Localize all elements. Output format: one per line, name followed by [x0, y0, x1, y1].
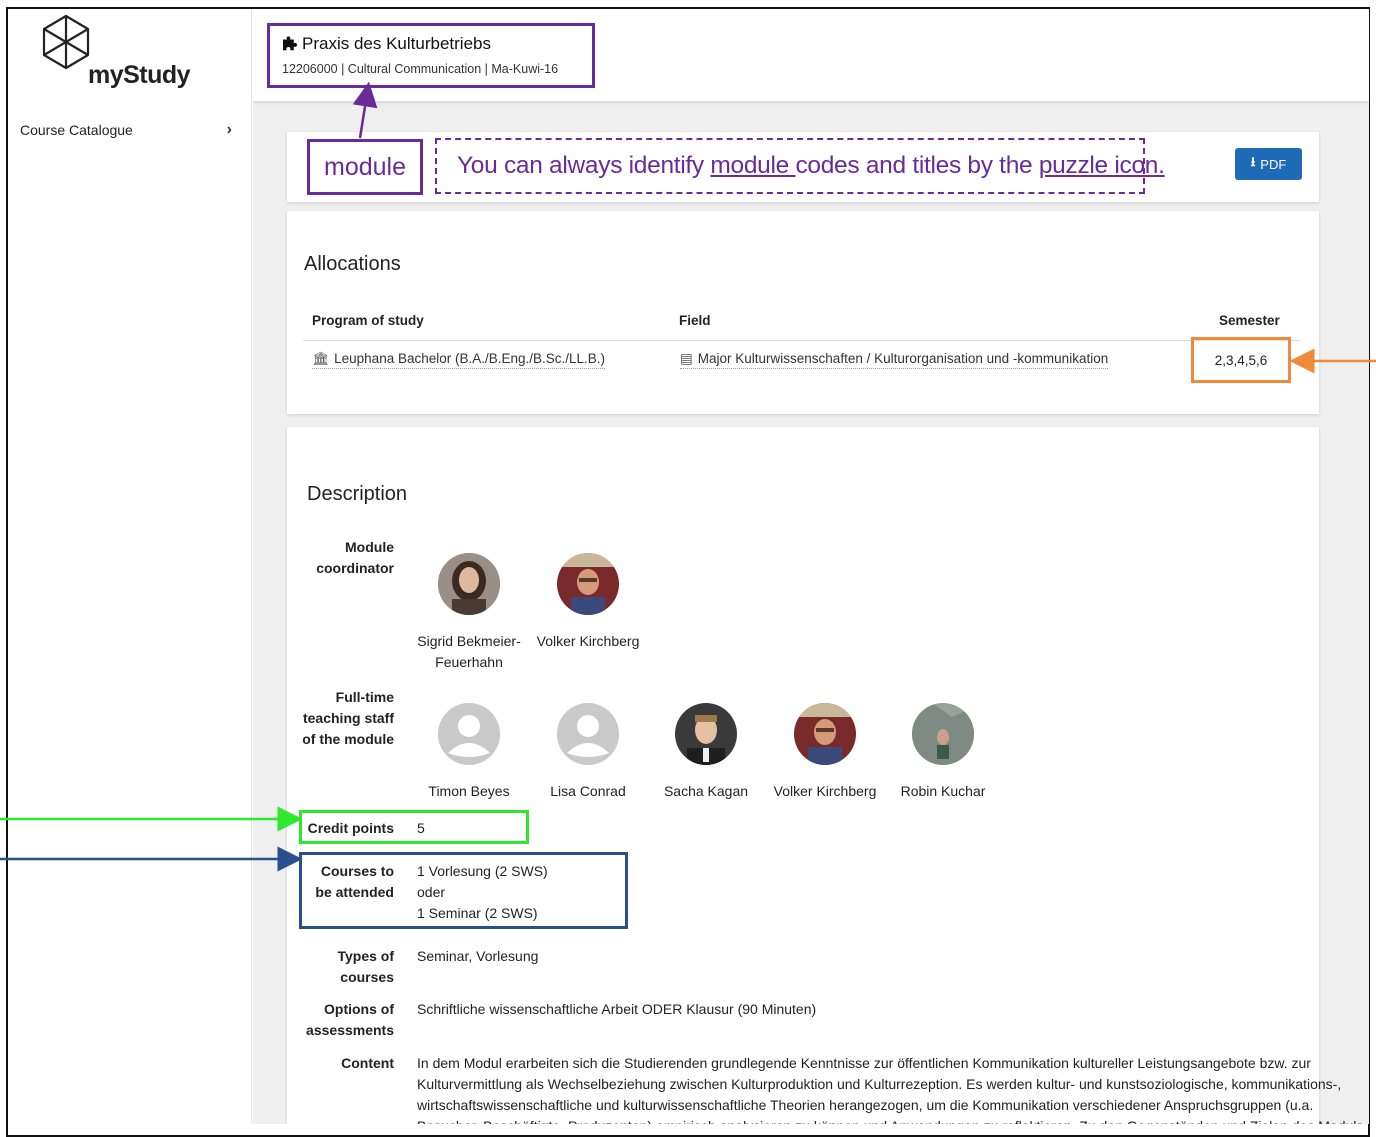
portrait-image [794, 703, 856, 765]
courses-label-text: Courses to be attended [315, 863, 394, 900]
assessment-value: Schriftliche wissenschaftliche Arbeit OD… [417, 1001, 817, 1017]
staff-name: Timon Beyes [428, 783, 510, 799]
avatar [438, 553, 500, 615]
default-user-icon [557, 703, 619, 765]
app-logo[interactable]: myStudy [40, 13, 191, 93]
staff-lisa-conrad[interactable]: Lisa Conrad [528, 703, 648, 802]
page-title: Praxis des Kulturbetriebs [282, 34, 580, 54]
portrait-image [912, 703, 974, 765]
portrait-image [675, 703, 737, 765]
pdf-download-button[interactable]: ⭳ PDF [1235, 148, 1302, 180]
assessment-label-text: Options of assessments [306, 1001, 394, 1038]
puzzle-icon [282, 36, 298, 51]
app-name: myStudy [88, 61, 191, 89]
portrait-image [557, 553, 619, 615]
program-name: Leuphana Bachelor (B.A./B.Eng./B.Sc./LL.… [334, 351, 606, 366]
hint-text-2: module [710, 152, 796, 179]
field-link[interactable]: ▤ Major Kulturwissenschaften / Kulturorga… [680, 351, 1109, 369]
avatar [912, 703, 974, 765]
types-value: Seminar, Vorlesung [417, 948, 539, 964]
coordinator-label-text: Module coordinator [316, 539, 394, 576]
staff-volker-kirchberg[interactable]: Volker Kirchberg [765, 703, 885, 802]
hint-text-4: puzzle icon. [1038, 152, 1165, 179]
allocations-card: Allocations Program of study Field Semes… [287, 211, 1319, 414]
courses-line-1: 1 Vorlesung (2 SWS) [417, 863, 548, 879]
credit-value: 5 [417, 820, 425, 836]
field-name: Major Kulturwissenschaften / Kulturorgan… [697, 351, 1109, 366]
coordinator-name-line2: Feuerhahn [435, 654, 503, 670]
module-title-text: Praxis des Kulturbetriebs [302, 34, 491, 53]
column-header-field: Field [679, 313, 711, 328]
hint-text-3: codes and titles by the [795, 152, 1039, 179]
column-header-program: Program of study [312, 313, 424, 328]
hint-text-1: You can always identify [457, 152, 711, 179]
portrait-image [438, 553, 500, 615]
allocations-title: Allocations [304, 253, 401, 275]
coordinator-label: Module coordinator [294, 537, 394, 579]
cube-logo-icon [42, 14, 90, 70]
semester-highlight-box: 2,3,4,5,6 [1191, 337, 1291, 383]
module-annotation-label: module [307, 139, 423, 195]
avatar-placeholder [438, 703, 500, 765]
staff-robin-kuchar[interactable]: Robin Kuchar [883, 703, 1003, 802]
description-card: Description Module coordinator Sigrid Be… [287, 427, 1363, 1124]
sidebar: myStudy Course Catalogue › [8, 9, 252, 1124]
sidebar-item-label: Course Catalogue [20, 122, 133, 138]
coordinator-name-line1: Sigrid Bekmeier- [417, 633, 521, 649]
staff-timon-beyes[interactable]: Timon Beyes [409, 703, 529, 802]
avatar-placeholder [557, 703, 619, 765]
module-code-line: 12206000 | Cultural Communication | Ma-K… [282, 62, 559, 76]
staff-label-text: Full-time teaching staff of the module [302, 689, 394, 747]
avatar [675, 703, 737, 765]
sidebar-item-course-catalogue[interactable]: Course Catalogue › [8, 117, 252, 143]
download-icon: ⭳ [1250, 154, 1256, 169]
content-line: Besucher, Beschäftigte, Produzenten) emp… [417, 1116, 1363, 1124]
courses-label: Courses to be attended [294, 861, 394, 903]
actions-card: module You can always identify module co… [287, 132, 1319, 202]
chevron-right-icon: › [226, 121, 232, 138]
description-title: Description [307, 483, 408, 505]
program-link[interactable]: 🏛 Leuphana Bachelor (B.A./B.Eng./B.Sc./LL… [312, 351, 606, 369]
content-line: wirtschaftswissenschaftliche und kulturw… [417, 1097, 1314, 1113]
default-user-icon [438, 703, 500, 765]
module-highlight-box: Praxis des Kulturbetriebs 12206000 | Cul… [267, 23, 595, 88]
staff-name: Robin Kuchar [900, 783, 986, 799]
courses-line-2: oder [417, 884, 446, 900]
pdf-button-label: PDF [1260, 156, 1287, 172]
module-header: Praxis des Kulturbetriebs 12206000 | Cul… [253, 9, 1369, 101]
types-label-text: Types of courses [337, 948, 394, 985]
assessment-label: Options of assessments [294, 999, 394, 1041]
table-divider [303, 340, 1301, 341]
content-line: Kulturvermittlung als Wechselbeziehung z… [417, 1076, 1342, 1092]
list-icon: ▤ [680, 351, 693, 366]
avatar [794, 703, 856, 765]
content-label: Content [341, 1055, 394, 1071]
coordinator-sigrid[interactable]: Sigrid Bekmeier- Feuerhahn [409, 553, 529, 673]
main-content: Praxis des Kulturbetriebs 12206000 | Cul… [253, 9, 1369, 1124]
staff-label: Full-time teaching staff of the module [294, 687, 394, 750]
avatar [557, 553, 619, 615]
coordinator-name: Volker Kirchberg [536, 633, 640, 649]
types-label: Types of courses [294, 946, 394, 988]
content-line: In dem Modul erarbeiten sich die Studier… [417, 1055, 1311, 1071]
puzzle-hint-annotation: You can always identify module codes and… [435, 138, 1165, 194]
column-header-semester: Semester [1219, 313, 1280, 328]
coordinator-volker[interactable]: Volker Kirchberg [528, 553, 648, 652]
courses-line-3: 1 Seminar (2 SWS) [417, 905, 538, 921]
staff-name: Lisa Conrad [550, 783, 626, 799]
credit-label: Credit points [307, 820, 394, 836]
semester-value: 2,3,4,5,6 [1214, 352, 1268, 368]
institution-icon: 🏛 [312, 351, 330, 366]
content-text: In dem Modul erarbeiten sich die Studier… [417, 1053, 1363, 1124]
courses-value: 1 Vorlesung (2 SWS) oder 1 Seminar (2 SW… [417, 861, 548, 924]
staff-name: Volker Kirchberg [773, 783, 877, 799]
staff-name: Sacha Kagan [663, 783, 749, 799]
staff-sacha-kagan[interactable]: Sacha Kagan [646, 703, 766, 802]
